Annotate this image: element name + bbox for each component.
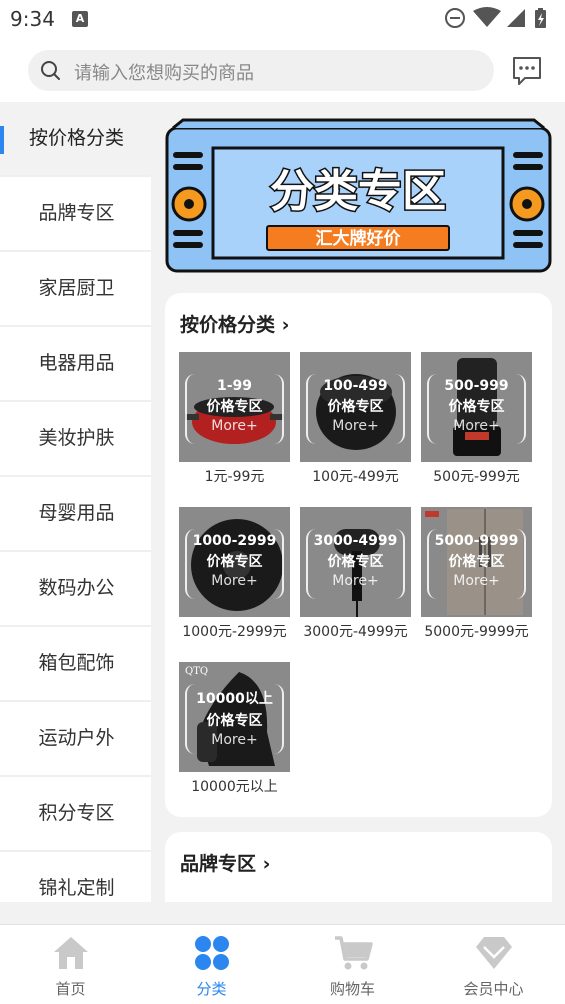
nav-cart[interactable]: 购物车 — [282, 925, 423, 1004]
sidebar-item-sports[interactable]: 运动户外 — [0, 702, 151, 777]
price-tile[interactable]: 500-999 价格专区 More+ 500元-999元 — [421, 352, 532, 486]
search-icon — [41, 61, 60, 80]
tile-caption: 1000元-2999元 — [182, 624, 287, 640]
price-category-section: 按价格分类 › 1-99 价格专区 More+ 1元-99元 100-499 价格专区… — [165, 293, 552, 817]
signal-icon — [507, 9, 525, 27]
sidebar-item-label: 数码办公 — [38, 577, 115, 599]
product-image: 500-999 价格专区 More+ — [421, 352, 532, 462]
sidebar-item-label: 积分专区 — [38, 802, 115, 824]
sidebar-item-label: 按价格分类 — [28, 127, 124, 149]
search-placeholder: 请输入您想购买的商品 — [74, 63, 254, 84]
tile-caption: 5000元-9999元 — [424, 624, 529, 640]
status-icons — [445, 7, 546, 28]
bottom-nav: 首页 分类 购物车 会员中心 — [0, 924, 565, 1004]
price-tile[interactable]: 5000-9999 价格专区 More+ 5000元-9999元 — [421, 507, 532, 641]
notification-icon: A — [72, 11, 88, 27]
product-image: 1000-2999 价格专区 More+ — [179, 507, 290, 617]
price-tag: 1000-2999 价格专区 More+ — [185, 529, 284, 599]
status-bar: 9:34 A — [0, 0, 565, 38]
sidebar-item-label: 电器用品 — [38, 352, 115, 374]
nav-label: 分类 — [196, 980, 227, 998]
sidebar-item-label: 箱包配饰 — [38, 652, 115, 674]
cart-icon — [334, 936, 373, 970]
price-tag: 100-499 价格专区 More+ — [306, 374, 405, 444]
sidebar-item-bags[interactable]: 箱包配饰 — [0, 627, 151, 702]
price-tile[interactable]: 1000-2999 价格专区 More+ 1000元-2999元 — [179, 507, 290, 641]
chevron-right-icon: › — [256, 853, 271, 875]
price-tile[interactable]: QTQ 10000以上 价格专区 More+ 10000元以上 — [179, 662, 290, 796]
nav-label: 购物车 — [329, 980, 375, 998]
product-image: 5000-9999 价格专区 More+ — [421, 507, 532, 617]
product-image: 3000-4999 价格专区 More+ — [300, 507, 411, 617]
price-tile[interactable]: 3000-4999 价格专区 More+ 3000元-4999元 — [300, 507, 411, 641]
nav-category[interactable]: 分类 — [141, 925, 282, 1004]
sidebar-item-points[interactable]: 积分专区 — [0, 777, 151, 852]
sidebar-item-gifts[interactable]: 锦礼定制 — [0, 852, 151, 902]
brand-section: 品牌专区 › — [165, 832, 552, 902]
status-time: 9:34 — [10, 7, 55, 31]
category-sidebar: 按价格分类 品牌专区 家居厨卫 电器用品 美妆护肤 母婴用品 数码办公 箱包配饰… — [0, 102, 151, 902]
section-title[interactable]: 品牌专区 › — [180, 849, 270, 876]
price-tag: 3000-4999 价格专区 More+ — [306, 529, 405, 599]
sidebar-item-label: 运动户外 — [38, 727, 115, 749]
brand-label: QTQ — [185, 666, 209, 677]
product-image: QTQ 10000以上 价格专区 More+ — [179, 662, 290, 772]
home-icon — [53, 937, 88, 969]
message-icon[interactable] — [511, 55, 543, 87]
member-icon — [475, 937, 512, 969]
nav-label: 会员中心 — [463, 980, 524, 998]
nav-home[interactable]: 首页 — [0, 925, 141, 1004]
banner-subtitle: 汇大牌好价 — [316, 228, 402, 249]
speaker-right-icon — [509, 152, 545, 248]
tile-caption: 1元-99元 — [204, 469, 265, 485]
section-title[interactable]: 按价格分类 › — [180, 310, 289, 337]
sidebar-item-brand[interactable]: 品牌专区 — [0, 177, 151, 252]
sidebar-item-label: 品牌专区 — [38, 202, 115, 224]
price-tag: 5000-9999 价格专区 More+ — [427, 529, 526, 599]
sidebar-item-label: 锦礼定制 — [38, 877, 115, 899]
sidebar-item-price[interactable]: 按价格分类 — [0, 102, 151, 177]
price-tile[interactable]: 100-499 价格专区 More+ 100元-499元 — [300, 352, 411, 486]
product-image: 100-499 价格专区 More+ — [300, 352, 411, 462]
tile-caption: 500元-999元 — [433, 469, 520, 485]
wifi-icon — [473, 7, 501, 27]
sidebar-item-home-kitchen[interactable]: 家居厨卫 — [0, 252, 151, 327]
nav-label: 首页 — [55, 980, 86, 998]
speaker-left-icon — [171, 152, 207, 248]
sidebar-item-baby[interactable]: 母婴用品 — [0, 477, 151, 552]
tile-caption: 100元-499元 — [312, 469, 399, 485]
sidebar-item-beauty[interactable]: 美妆护肤 — [0, 402, 151, 477]
price-tag: 1-99 价格专区 More+ — [185, 374, 284, 444]
tile-caption: 10000元以上 — [191, 779, 278, 795]
top-bar: 请输入您想购买的商品 — [0, 38, 565, 102]
tile-caption: 3000元-4999元 — [303, 624, 408, 640]
nav-member[interactable]: 会员中心 — [423, 925, 564, 1004]
price-tile[interactable]: 1-99 价格专区 More+ 1元-99元 — [179, 352, 290, 486]
chevron-right-icon: › — [275, 314, 290, 336]
product-image: 1-99 价格专区 More+ — [179, 352, 290, 462]
banner-title: 分类专区 — [270, 166, 446, 217]
sidebar-item-appliances[interactable]: 电器用品 — [0, 327, 151, 402]
sidebar-item-label: 母婴用品 — [38, 502, 115, 524]
search-input[interactable]: 请输入您想购买的商品 — [28, 50, 494, 91]
sidebar-item-label: 家居厨卫 — [38, 277, 115, 299]
sidebar-item-label: 美妆护肤 — [38, 427, 115, 449]
sidebar-item-digital[interactable]: 数码办公 — [0, 552, 151, 627]
price-tag: 10000以上 价格专区 More+ — [185, 684, 284, 754]
price-tag: 500-999 价格专区 More+ — [427, 374, 526, 444]
category-icon — [194, 936, 229, 970]
category-banner[interactable]: 分类专区 汇大牌好价 — [165, 118, 552, 273]
